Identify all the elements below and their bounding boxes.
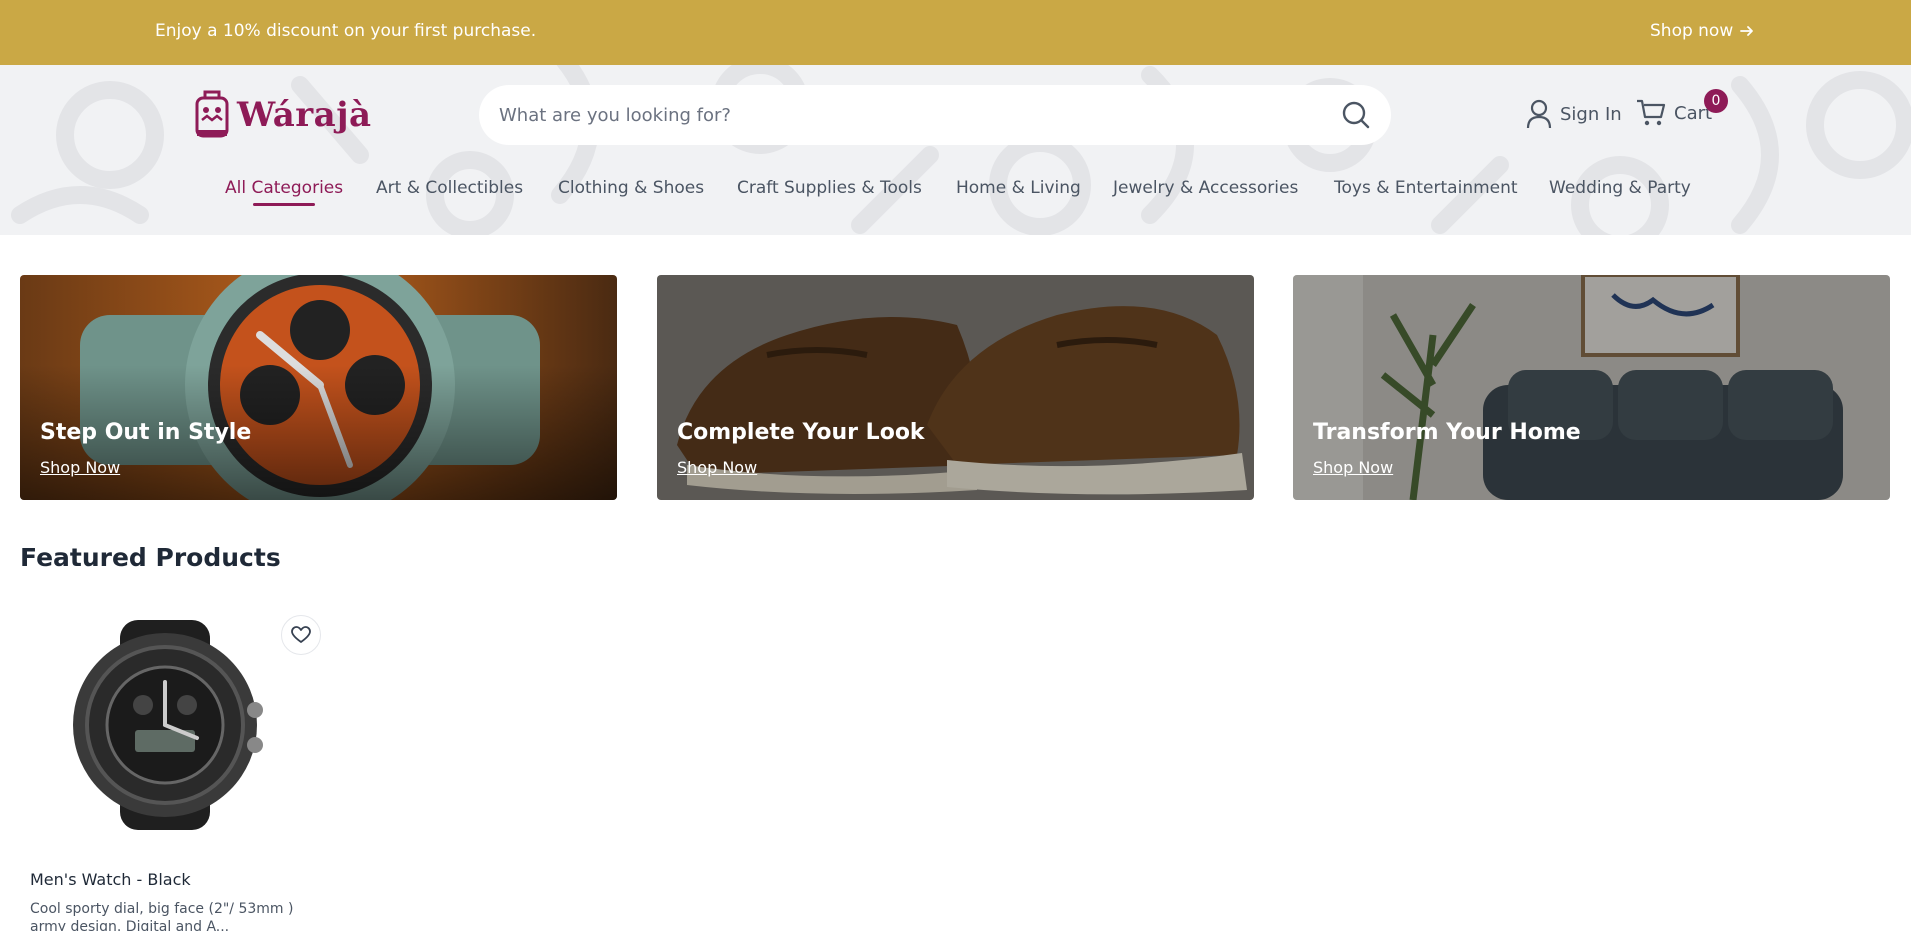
promo-bar: Enjoy a 10% discount on your first purch… xyxy=(0,0,1911,65)
arrow-right-icon xyxy=(1740,26,1754,36)
logo-mascot-icon xyxy=(195,90,229,138)
banner-title: Transform Your Home xyxy=(1313,420,1581,445)
banner-home[interactable]: Transform Your Home Shop Now xyxy=(1293,275,1890,500)
site-logo[interactable]: Wárajà xyxy=(193,90,372,140)
sign-in-button[interactable]: Sign In xyxy=(1526,99,1622,129)
banner-watch[interactable]: Step Out in Style Shop Now xyxy=(20,275,617,500)
cart-button[interactable]: Cart xyxy=(1636,99,1712,127)
cart-icon xyxy=(1637,99,1666,126)
category-craft-supplies[interactable]: Craft Supplies & Tools xyxy=(737,178,922,198)
product-description: Cool sporty dial, big face (2"/ 53mm ) a… xyxy=(30,901,294,931)
product-card[interactable]: Men's Watch - Black Cool sporty dial, bi… xyxy=(20,600,330,931)
heart-icon xyxy=(291,626,311,643)
banner-shop-now-link[interactable]: Shop Now xyxy=(677,458,757,477)
search-input[interactable] xyxy=(499,104,1319,126)
category-clothing-shoes[interactable]: Clothing & Shoes xyxy=(558,178,704,198)
featured-products-title: Featured Products xyxy=(20,543,281,572)
add-to-wishlist-button[interactable] xyxy=(281,615,321,655)
sign-in-label: Sign In xyxy=(1560,103,1622,125)
promo-text: Enjoy a 10% discount on your first purch… xyxy=(155,21,537,41)
banner-shoes[interactable]: Complete Your Look Shop Now xyxy=(657,275,1254,500)
promo-shop-now-label: Shop now xyxy=(1650,21,1734,41)
category-wedding-party[interactable]: Wedding & Party xyxy=(1549,178,1691,198)
banner-shop-now-link[interactable]: Shop Now xyxy=(40,458,120,477)
category-all[interactable]: All Categories xyxy=(225,178,343,206)
logo-text: Wárajà xyxy=(237,95,372,135)
product-image xyxy=(73,620,263,830)
cart-count-badge: 0 xyxy=(1704,89,1728,113)
product-name[interactable]: Men's Watch - Black xyxy=(30,870,191,889)
banner-title: Step Out in Style xyxy=(40,420,252,445)
category-art-collectibles[interactable]: Art & Collectibles xyxy=(376,178,523,198)
category-jewelry-accessories[interactable]: Jewelry & Accessories xyxy=(1113,178,1298,198)
category-toys-entertainment[interactable]: Toys & Entertainment xyxy=(1334,178,1518,198)
banner-shop-now-link[interactable]: Shop Now xyxy=(1313,458,1393,477)
category-nav: All Categories Art & Collectibles Clothi… xyxy=(0,178,1911,218)
user-icon xyxy=(1526,99,1552,129)
banner-title: Complete Your Look xyxy=(677,420,925,445)
site-header: Wárajà Sign In Cart 0 All Categories Art… xyxy=(0,65,1911,235)
category-home-living[interactable]: Home & Living xyxy=(956,178,1081,198)
promo-shop-now-link[interactable]: Shop now xyxy=(1650,21,1755,41)
search-icon[interactable] xyxy=(1341,100,1371,130)
search-bar xyxy=(479,85,1391,145)
